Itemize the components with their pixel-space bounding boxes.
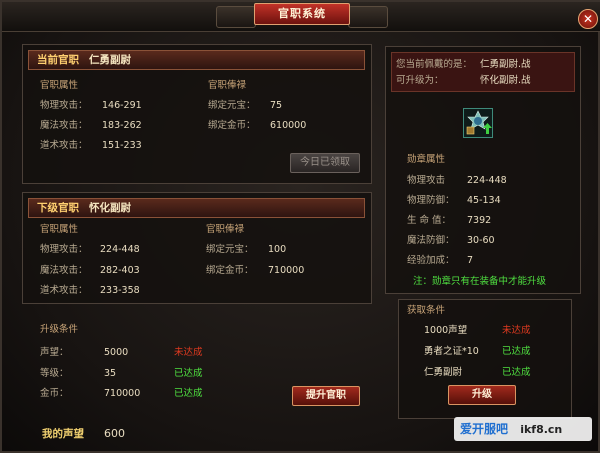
current-attr-value: 151-233 [102, 140, 142, 151]
condition-value: 710000 [104, 388, 141, 399]
current-rank-header-label: 当前官职 [37, 54, 79, 66]
title-bar: 官职系统 ✕ [2, 2, 600, 32]
title-ornament-left [216, 6, 256, 28]
medal-attr-value: 224-448 [467, 175, 507, 186]
current-attr-value: 146-291 [102, 100, 142, 111]
medal-note: 注：勋章只有在装备中才能升级 [413, 276, 547, 287]
upgrade-medal-button[interactable]: 升级 [448, 385, 516, 405]
condition-value: 35 [104, 368, 117, 379]
medal-attr-value: 7392 [467, 215, 492, 226]
obtain-item: 勇者之证*10 [424, 346, 479, 357]
obtain-status: 未达成 [502, 325, 531, 336]
medal-attr-label: 物理防御： [407, 195, 455, 206]
medal-attr-title: 勋章属性 [407, 154, 446, 165]
current-rank-name: 仁勇副尉 [89, 54, 131, 66]
watermark-text: 爱开服吧 [460, 422, 509, 436]
obtain-status: 已达成 [502, 367, 531, 378]
next-attr-label: 物理攻击： [40, 244, 88, 255]
current-attr-value: 183-262 [102, 120, 142, 131]
medal-upgradable-label: 可升级为： [396, 75, 444, 86]
medal-wearing-label: 您当前佩戴的是： [396, 59, 473, 70]
obtain-item: 仁勇副尉 [424, 367, 463, 378]
obtain-conditions-title: 获取条件 [407, 305, 446, 316]
prestige-value: 600 [104, 427, 125, 440]
medal-wearing-value: 仁勇副尉.战 [480, 59, 531, 70]
window-title: 官职系统 [254, 3, 350, 25]
current-salary-value: 75 [270, 100, 283, 111]
condition-label: 声望： [40, 347, 69, 358]
medal-attr-label: 生 命 值： [407, 215, 452, 226]
current-attr-label: 道术攻击： [40, 140, 88, 151]
close-button[interactable]: ✕ [578, 9, 598, 29]
condition-label: 金币： [40, 388, 69, 399]
rank-system-window: 官职系统 ✕ 当前官职 仁勇副尉 官职属性 官职俸禄 物理攻击： 146-291 … [0, 0, 600, 453]
next-salary-label: 绑定金币： [206, 265, 254, 276]
condition-value: 5000 [104, 347, 129, 358]
next-attr-value: 224-448 [100, 244, 140, 255]
claim-salary-button[interactable]: 今日已领取 [290, 153, 360, 173]
current-salary-title: 官职俸禄 [208, 80, 247, 91]
condition-status: 未达成 [174, 347, 203, 358]
obtain-item: 1000声望 [424, 325, 468, 336]
medal-icon[interactable] [463, 108, 493, 138]
next-attr-value: 282-403 [100, 265, 140, 276]
next-salary-label: 绑定元宝： [206, 244, 254, 255]
medal-attr-value: 45-134 [467, 195, 501, 206]
current-attr-label: 物理攻击： [40, 100, 88, 111]
medal-attr-value: 30-60 [467, 235, 495, 246]
medal-attr-label: 物理攻击 [407, 175, 446, 186]
next-rank-name: 怀化副尉 [89, 202, 131, 214]
current-salary-label: 绑定元宝： [208, 100, 256, 111]
close-icon: ✕ [582, 12, 594, 26]
next-salary-value: 100 [268, 244, 287, 255]
current-rank-header: 当前官职 仁勇副尉 [28, 50, 365, 70]
next-salary-value: 710000 [268, 265, 305, 276]
upgrade-conditions-title: 升级条件 [40, 324, 79, 335]
condition-label: 等级： [40, 368, 69, 379]
next-rank-header: 下级官职 怀化副尉 [28, 198, 365, 218]
watermark-domain: ikf8.cn [520, 423, 563, 436]
obtain-status: 已达成 [502, 346, 531, 357]
next-attr-title: 官职属性 [40, 224, 79, 235]
condition-status: 已达成 [174, 388, 203, 399]
condition-status: 已达成 [174, 368, 203, 379]
promote-rank-button[interactable]: 提升官职 [292, 386, 360, 406]
medal-attr-value: 7 [467, 255, 474, 266]
current-salary-label: 绑定金币： [208, 120, 256, 131]
current-salary-value: 610000 [270, 120, 307, 131]
title-ornament-right [348, 6, 388, 28]
next-salary-title: 官职俸禄 [206, 224, 245, 235]
next-attr-value: 233-358 [100, 285, 140, 296]
medal-upgradable-value: 怀化副尉.战 [480, 75, 531, 86]
next-attr-label: 道术攻击： [40, 285, 88, 296]
current-attr-label: 魔法攻击： [40, 120, 88, 131]
medal-attr-label: 魔法防御： [407, 235, 455, 246]
prestige-label: 我的声望 [42, 428, 84, 440]
next-attr-label: 魔法攻击： [40, 265, 88, 276]
medal-attr-label: 经验加成： [407, 255, 455, 266]
current-attr-title: 官职属性 [40, 80, 79, 91]
site-watermark: 爱开服吧 ikf8.cn [454, 417, 592, 441]
next-rank-header-label: 下级官职 [37, 202, 79, 214]
